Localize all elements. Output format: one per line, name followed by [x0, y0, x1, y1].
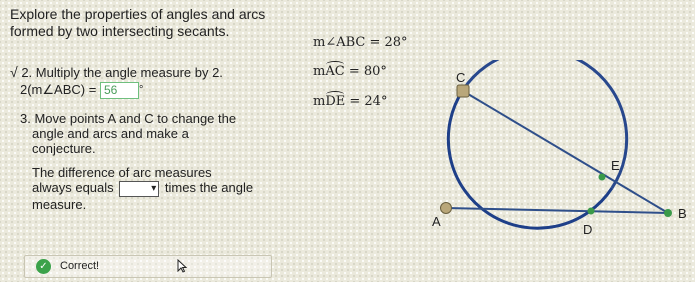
arc-de-value: = 24°	[349, 94, 388, 109]
point-d-label: D	[583, 222, 592, 237]
arc-ac-measure: mAC = 80°	[313, 61, 387, 79]
secant-line-cb	[462, 90, 669, 214]
step-2-answer-input[interactable]: 56	[99, 82, 139, 100]
secant-line-ab	[445, 207, 669, 214]
intro-text: Explore the properties of angles and arc…	[10, 6, 265, 40]
intro-line-1: Explore the properties of angles and arc…	[10, 6, 266, 22]
arc-ac-value: = 80°	[348, 64, 387, 79]
step-2-prompt: √ 2. Multiply the angle measure by 2.	[10, 64, 223, 81]
circle	[446, 89, 614, 230]
multiplier-dropdown[interactable]: ▾	[119, 180, 160, 197]
point-b	[664, 209, 672, 217]
point-a-label: A	[432, 214, 441, 229]
arc-de-letters: DE	[325, 91, 346, 109]
angle-measure: m∠ABC = 28°	[313, 35, 408, 50]
arc-de-prefix: m	[313, 94, 326, 109]
step-3-line-1: 3. Move points A and C to change the	[20, 111, 237, 126]
point-c-handle[interactable]	[456, 84, 470, 98]
point-d	[587, 207, 595, 215]
step-2-text: 2. Multiply the angle measure by 2.	[21, 65, 223, 80]
conjecture-line-2-pre: always equals	[32, 180, 114, 195]
point-b-label: B	[678, 206, 687, 221]
point-a-handle[interactable]	[440, 202, 452, 214]
step-3-line-2: angle and arcs and make a	[32, 126, 189, 141]
conjecture-line-2-post: times the angle	[164, 180, 254, 195]
conjecture-line-3: measure.	[32, 196, 87, 212]
point-c-label: C	[456, 70, 465, 85]
intro-line-2: formed by two intersecting secants.	[10, 23, 230, 39]
check-circle-icon: ✓	[36, 259, 51, 274]
feedback-text: Correct!	[60, 260, 100, 272]
arc-ac-letters: AC	[325, 61, 345, 79]
degree-symbol: °	[138, 84, 144, 96]
step-3-line-3: conjecture.	[32, 141, 96, 156]
checkmark-icon: √	[10, 64, 18, 80]
point-e	[598, 173, 606, 181]
step-3-prompt: 3. Move points A and C to change the ang…	[20, 111, 236, 156]
arc-de-measure: mDE = 24°	[313, 91, 388, 109]
chevron-down-icon: ▾	[151, 182, 157, 194]
point-e-label: E	[611, 158, 620, 173]
mouse-cursor-icon	[177, 259, 187, 273]
step-2-answer-row: 2(m∠ABC) = 56 °	[20, 82, 144, 100]
conjecture-text: The difference of arc measures always eq…	[32, 165, 253, 212]
secant-diagram: C A B D E	[432, 60, 687, 237]
conjecture-line-2: always equals ▾ times the angle	[32, 180, 253, 197]
feedback-bar: ✓ Correct!	[24, 255, 272, 278]
conjecture-line-1: The difference of arc measures	[32, 165, 212, 180]
arc-ac-prefix: m	[313, 64, 326, 79]
circle-arc-right	[461, 60, 629, 189]
step-2-expression: 2(m∠ABC) =	[20, 82, 97, 97]
